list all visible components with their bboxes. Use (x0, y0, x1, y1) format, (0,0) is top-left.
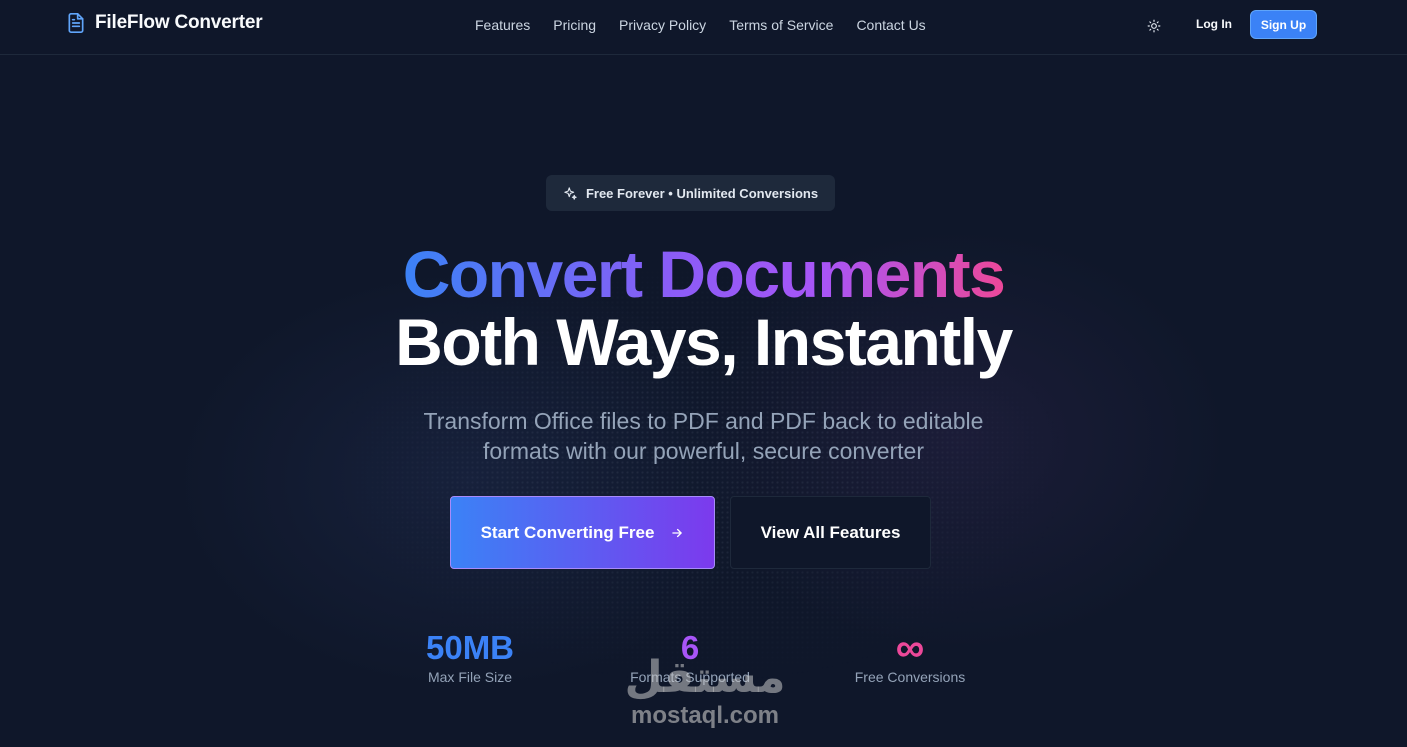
nav-link-terms-of-service[interactable]: Terms of Service (729, 16, 833, 34)
signup-button[interactable]: Sign Up (1250, 10, 1317, 39)
stat-value: 50MB (425, 629, 515, 666)
stat-max-file-size: 50MB Max File Size (400, 630, 540, 686)
site-header: FileFlow Converter Features Pricing Priv… (0, 0, 1407, 55)
nav-link-contact-us[interactable]: Contact Us (856, 16, 925, 34)
badge-text: Free Forever • Unlimited Conversions (585, 185, 819, 201)
login-button[interactable]: Log In (1186, 10, 1242, 38)
start-converting-button[interactable]: Start Converting Free (450, 496, 715, 569)
brand-logo-link[interactable]: FileFlow Converter (66, 12, 263, 34)
stat-value: ∞ (895, 626, 925, 670)
nav-link-features[interactable]: Features (475, 16, 530, 34)
arrow-right-icon (672, 528, 683, 537)
start-converting-label: Start Converting Free (480, 522, 655, 542)
hero-title-white-line: Both Ways, Instantly (395, 305, 1013, 379)
landing-page: FileFlow Converter Features Pricing Priv… (0, 0, 1407, 747)
stat-free-conversions: ∞ Free Conversions (840, 626, 980, 686)
sun-icon (1147, 19, 1161, 33)
nav-link-privacy-policy[interactable]: Privacy Policy (619, 16, 706, 34)
hero-title-gradient-line: Convert Documents (402, 237, 1006, 311)
hero-subtitle: Transform Office files to PDF and PDF ba… (0, 406, 1407, 466)
watermark-latin-text: mostaql.com (630, 702, 780, 729)
hero-subtitle-line-1: Transform Office files to PDF and PDF ba… (423, 408, 984, 434)
hero-title: Convert Documents Both Ways, Instantly (0, 240, 1407, 376)
stat-label: Max File Size (427, 669, 513, 685)
main-nav: Features Pricing Privacy Policy Terms of… (475, 16, 926, 34)
nav-link-pricing[interactable]: Pricing (553, 16, 596, 34)
brand-name: FileFlow Converter (95, 12, 263, 33)
file-text-icon (68, 12, 84, 33)
sparkles-icon (564, 186, 577, 200)
theme-toggle-button[interactable] (1142, 14, 1166, 38)
hero-subtitle-line-2: formats with our powerful, secure conver… (482, 438, 924, 464)
stat-label: Free Conversions (854, 669, 966, 685)
stat-value: 6 (680, 629, 700, 666)
view-features-button[interactable]: View All Features (730, 496, 931, 569)
stat-label: Formats Supported (630, 669, 750, 685)
free-forever-badge: Free Forever • Unlimited Conversions (546, 175, 835, 211)
stat-formats-supported: 6 Formats Supported (610, 630, 770, 686)
